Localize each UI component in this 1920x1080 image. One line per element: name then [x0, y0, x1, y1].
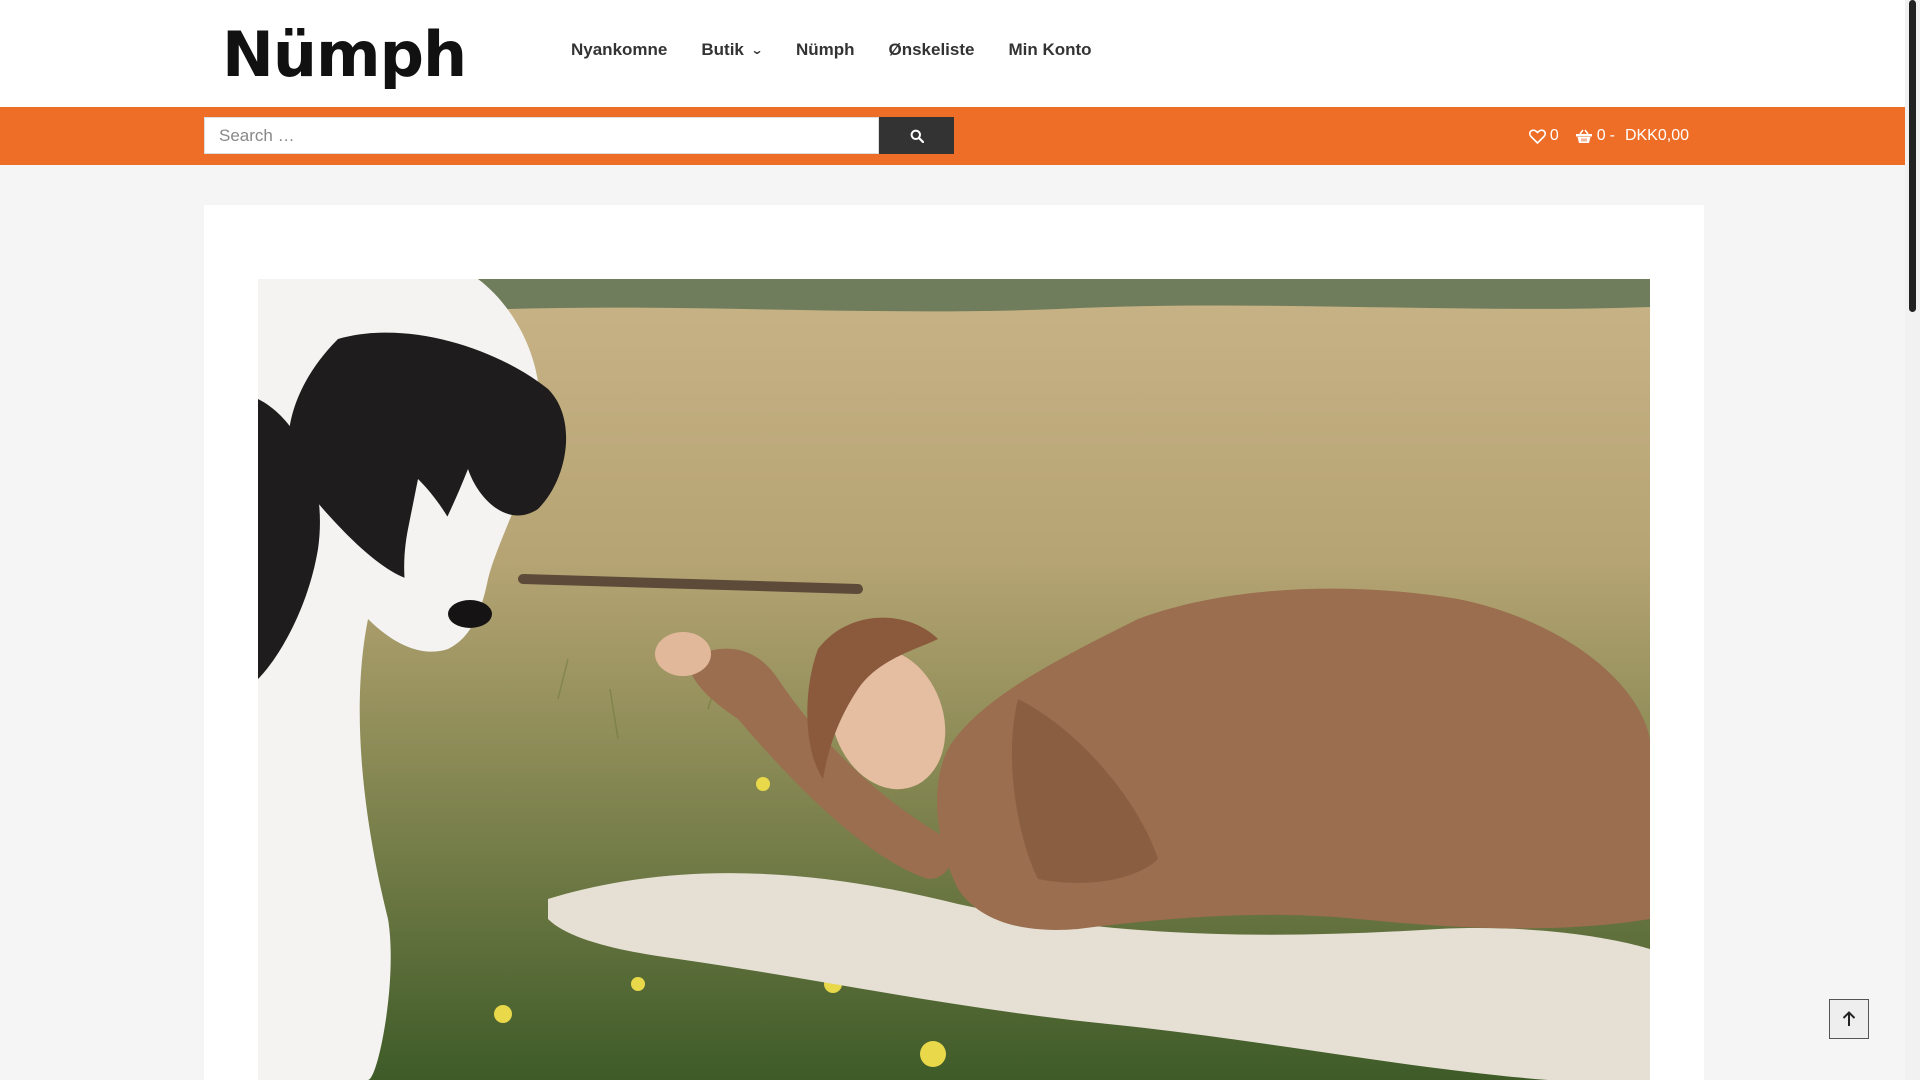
basket-icon [1575, 129, 1592, 143]
search-button[interactable] [879, 117, 954, 154]
search-input[interactable] [204, 117, 879, 154]
main-nav: Nyankomne Butik ⌄ Nümph Ønskeliste Min K… [571, 40, 1126, 60]
nav-item-label: Min Konto [1008, 40, 1092, 59]
arrow-up-icon [1842, 1011, 1856, 1026]
search-bar: 0 0 - DKK0,00 [0, 107, 1905, 165]
nav-item-min-konto[interactable]: Min Konto [1008, 40, 1091, 60]
nav-item-numph[interactable]: Nümph [796, 40, 855, 60]
hero-image [258, 279, 1650, 1080]
wishlist-count: 0 [1549, 127, 1559, 144]
scrollbar-thumb[interactable] [1909, 0, 1916, 312]
cart-separator: - [1609, 127, 1615, 144]
nav-item-label: Ønskeliste [888, 40, 975, 59]
wishlist-link[interactable]: 0 [1528, 127, 1559, 145]
back-to-top-button[interactable] [1829, 999, 1869, 1039]
chevron-down-icon: ⌄ [750, 43, 764, 57]
cart-link[interactable]: 0 - DKK0,00 [1575, 127, 1689, 145]
site-logo[interactable]: Nümph [222, 20, 467, 90]
nav-item-butik[interactable]: Butik ⌄ [701, 40, 764, 60]
nav-item-label: Nümph [795, 40, 855, 59]
header-right: 0 0 - DKK0,00 [1528, 107, 1689, 165]
nav-item-nyankomne[interactable]: Nyankomne [571, 40, 667, 60]
hero-photo-illustration [258, 279, 1650, 1080]
content-card [204, 205, 1704, 1080]
search-icon [910, 129, 924, 143]
heart-icon [1528, 128, 1546, 144]
nav-item-label: Nyankomne [571, 40, 668, 59]
nav-item-label: Butik [701, 40, 744, 59]
cart-total: DKK0,00 [1624, 127, 1689, 144]
top-header: Nümph Nyankomne Butik ⌄ Nümph Ønskeliste… [0, 0, 1905, 107]
cart-count: 0 [1596, 127, 1606, 144]
nav-item-onskeliste[interactable]: Ønskeliste [888, 40, 974, 60]
